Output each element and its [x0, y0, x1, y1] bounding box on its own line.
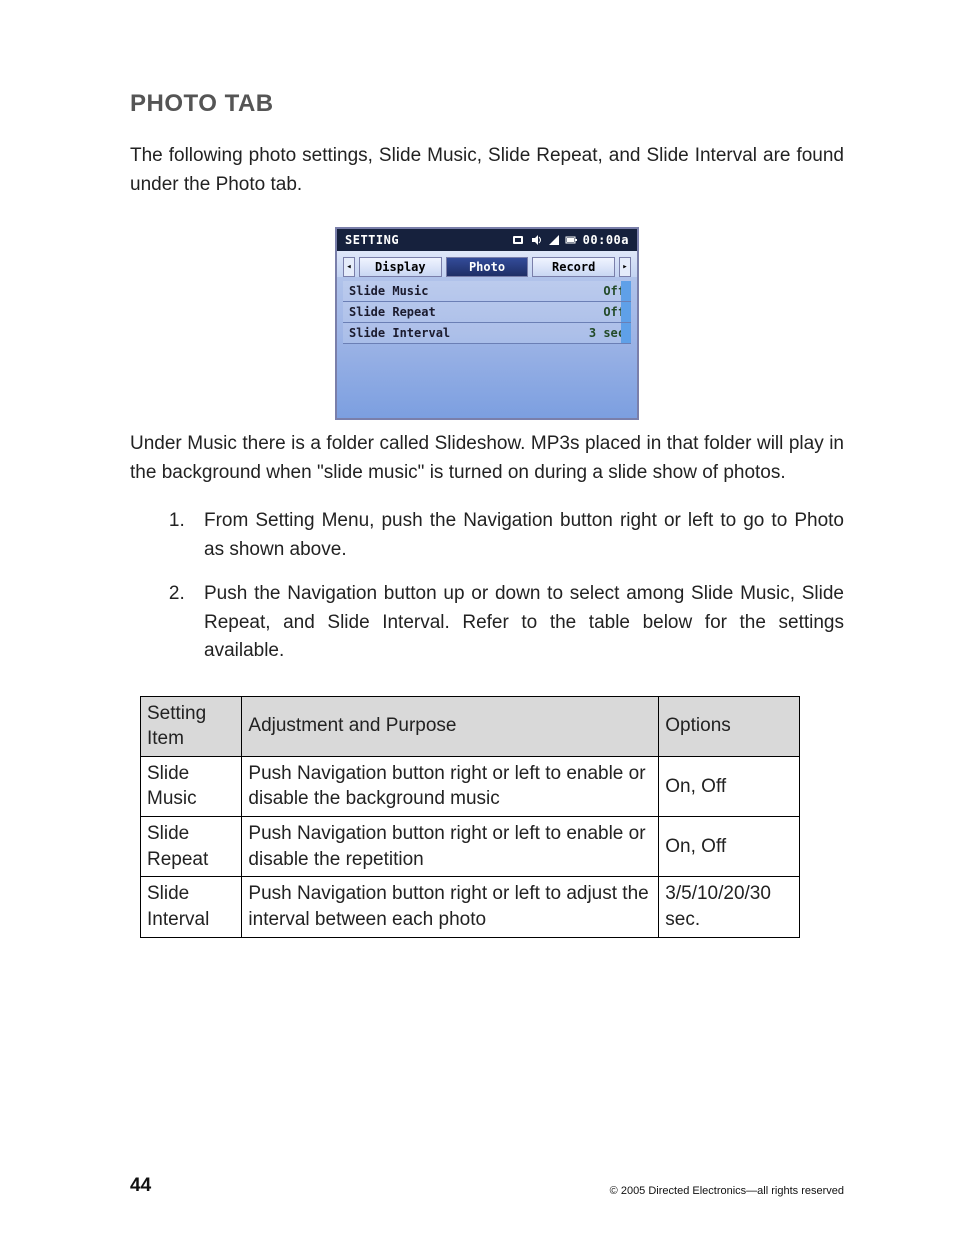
card-icon [513, 235, 525, 245]
cell-item: Slide Repeat [141, 817, 242, 877]
cell-options: On, Off [659, 817, 800, 877]
cell-purpose: Push Navigation button right or left to … [242, 877, 659, 937]
intro-paragraph: The following photo settings, Slide Musi… [130, 142, 844, 199]
device-tabs: ◂ Display Photo Record ▸ [337, 251, 637, 277]
settings-table: Setting Item Adjustment and Purpose Opti… [140, 696, 800, 938]
page-footer: 44 © 2005 Directed Electronics—all right… [130, 1175, 844, 1197]
device-screenshot: SETTING 00:00a [130, 227, 844, 420]
row-value: 3 sec [589, 326, 625, 340]
device-rows: Slide Music Off Slide Repeat Off Slide I… [337, 277, 637, 418]
device-screen: SETTING 00:00a [335, 227, 639, 420]
cell-purpose: Push Navigation button right or left to … [242, 756, 659, 816]
device-row-slide-interval: Slide Interval 3 sec [343, 323, 631, 344]
th-options: Options [659, 696, 800, 756]
cell-options: 3/5/10/20/30 sec. [659, 877, 800, 937]
step-2: Push the Navigation button up or down to… [190, 580, 844, 666]
device-clock: 00:00a [583, 233, 629, 247]
page: PHOTO TAB The following photo settings, … [0, 0, 954, 1235]
slideshow-note: Under Music there is a folder called Sli… [130, 430, 844, 487]
device-row-slide-repeat: Slide Repeat Off [343, 302, 631, 323]
table-row: Slide Music Push Navigation button right… [141, 756, 800, 816]
battery-icon [565, 235, 577, 245]
device-titlebar: SETTING 00:00a [337, 229, 637, 251]
table-header-row: Setting Item Adjustment and Purpose Opti… [141, 696, 800, 756]
row-label: Slide Repeat [349, 305, 436, 319]
section-title: PHOTO TAB [130, 90, 844, 118]
cell-purpose: Push Navigation button right or left to … [242, 817, 659, 877]
signal-icon [549, 235, 559, 245]
device-row-slide-music: Slide Music Off [343, 281, 631, 302]
th-purpose: Adjustment and Purpose [242, 696, 659, 756]
th-setting-item: Setting Item [141, 696, 242, 756]
tab-display: Display [359, 257, 442, 277]
page-number: 44 [130, 1175, 151, 1197]
cell-item: Slide Interval [141, 877, 242, 937]
table-row: Slide Repeat Push Navigation button righ… [141, 817, 800, 877]
row-label: Slide Interval [349, 326, 450, 340]
copyright: © 2005 Directed Electronics—all rights r… [610, 1185, 844, 1197]
table-row: Slide Interval Push Navigation button ri… [141, 877, 800, 937]
cell-options: On, Off [659, 756, 800, 816]
device-empty-area [343, 344, 631, 414]
row-value: Off [603, 284, 625, 298]
speaker-icon [531, 235, 543, 245]
status-icons: 00:00a [513, 233, 629, 247]
row-value: Off [603, 305, 625, 319]
tab-photo: Photo [446, 257, 529, 277]
tab-arrow-left-icon: ◂ [343, 257, 355, 277]
step-1: From Setting Menu, push the Navigation b… [190, 507, 844, 564]
tab-record: Record [532, 257, 615, 277]
tab-arrow-right-icon: ▸ [619, 257, 631, 277]
cell-item: Slide Music [141, 756, 242, 816]
row-label: Slide Music [349, 284, 428, 298]
device-title: SETTING [345, 233, 399, 247]
steps-list: From Setting Menu, push the Navigation b… [130, 507, 844, 666]
